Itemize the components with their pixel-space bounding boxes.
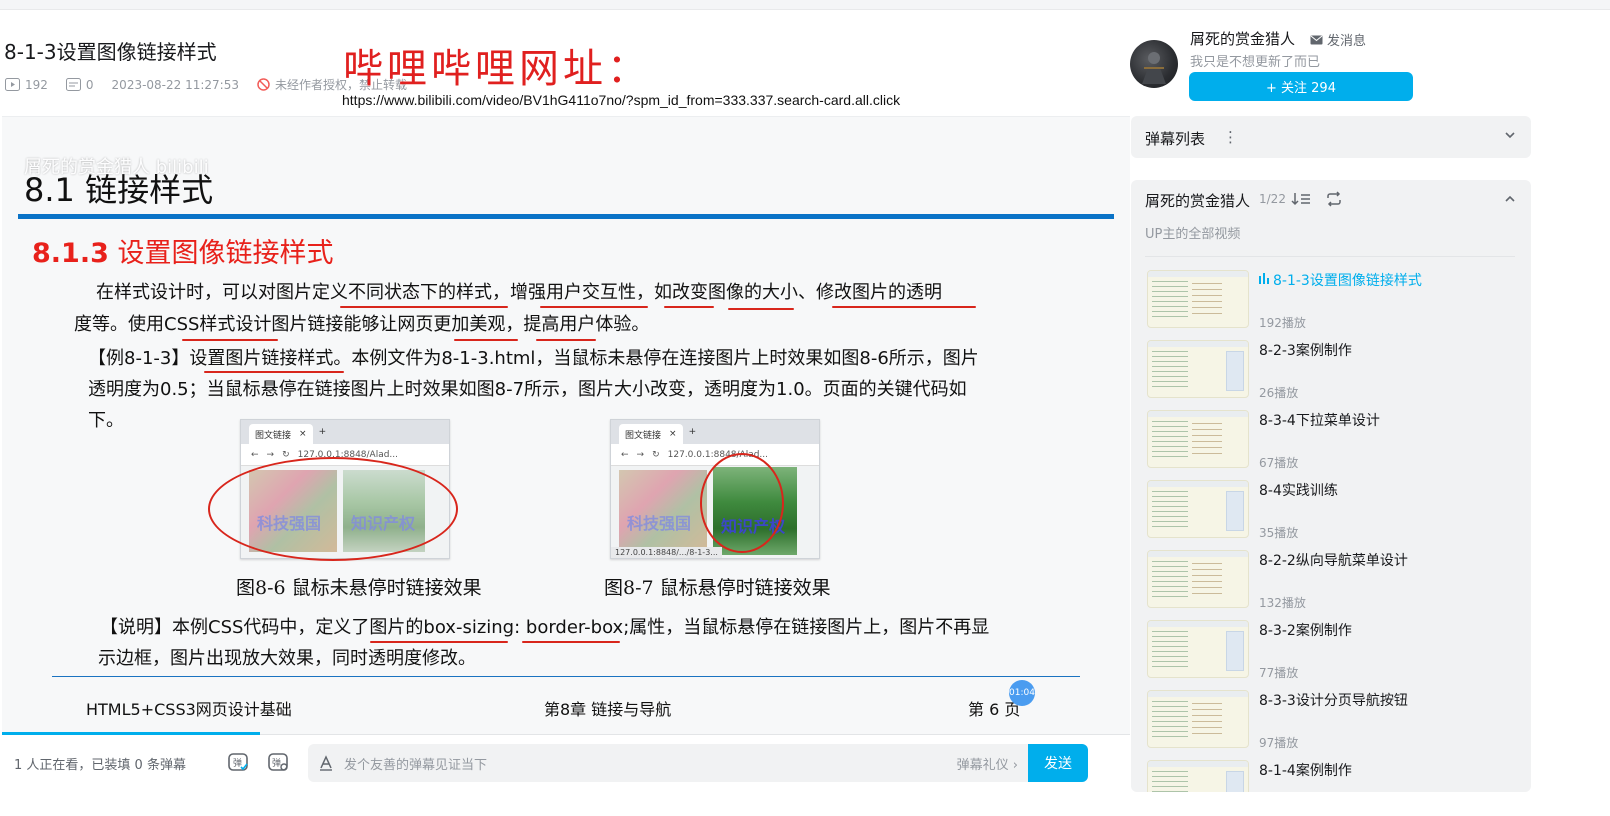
playback-progress[interactable] [2,732,260,735]
red-underline [522,641,620,643]
danmaku-list-title: 弹幕列表 [1145,130,1206,148]
playlist-item[interactable]: 8-4实践训练 35播放 [1147,480,1517,540]
red-underline [832,306,976,308]
danmaku-list-menu-icon[interactable]: ⋮ [1223,128,1238,146]
video-thumbnail [1147,620,1249,678]
slide-footer-chapter: 第8章 链接与导航 [544,700,672,719]
playlist-subtitle: UP主的全部视频 [1145,227,1241,242]
red-circle-annotation [208,457,458,561]
video-thumbnail [1147,550,1249,608]
playlist-item[interactable]: 8-2-2纵向导航菜单设计 132播放 [1147,550,1517,610]
video-thumbnail [1147,270,1249,328]
red-underline [536,339,596,341]
text-style-icon[interactable] [318,755,334,771]
red-underline [204,371,344,373]
playlist-divider [1145,256,1515,257]
send-message-link[interactable]: 发消息 [1310,30,1366,49]
danmaku-input[interactable]: 发个友善的弹幕见证当下 弹幕礼仪 › [308,744,1030,782]
slide-heading-rule [18,214,1114,219]
danmaku-list-panel[interactable]: 弹幕列表 ⋮ [1131,116,1531,158]
chevron-down-icon[interactable] [1503,128,1517,142]
video-thumbnail [1147,690,1249,748]
follow-button[interactable]: + 关注 294 [1189,72,1413,101]
danmaku-toggle-icon[interactable]: 弹 [226,750,250,774]
view-count: 192 [5,78,48,92]
avatar-figure-icon [1142,52,1166,84]
figure-8-7-caption: 图8-7 鼠标悬停时链接效果 [604,577,831,599]
slide-footer-rule [52,676,1080,677]
video-player[interactable]: 屑死的赏金猎人 bilibili 8.1 链接样式 8.1.3 设置图像链接样式… [2,116,1130,758]
red-circle-annotation [700,453,784,553]
handwritten-annotation: 哔哩哔哩网址： [343,46,651,92]
forbidden-icon [257,78,270,91]
video-thumbnail [1147,760,1249,792]
red-underline [540,306,648,308]
red-underline [728,308,794,310]
red-underline [454,339,518,341]
playlist-item[interactable]: 8-2-3案例制作 26播放 [1147,340,1517,400]
danmaku-etiquette-link[interactable]: 弹幕礼仪 › [957,754,1018,773]
slide-subheading: 8.1.3 设置图像链接样式 [32,238,334,269]
mail-icon [1310,35,1323,44]
play-count-icon [5,78,20,91]
slide-note-line-2: 示边框，图片出现放大效果，同时透明度修改。 [98,648,476,669]
comment-count: 0 [65,78,94,92]
playlist-item[interactable]: 8-1-4案例制作 [1147,760,1517,792]
chevron-up-icon[interactable] [1503,192,1517,206]
sort-order-icon[interactable] [1291,191,1311,207]
figure-8-6-caption: 图8-6 鼠标未悬停时链接效果 [236,577,482,599]
viewer-count: 1 人正在看，已装填 0 条弹幕 [14,758,186,773]
playlist-item[interactable]: 8-3-4下拉菜单设计 67播放 [1147,410,1517,470]
top-header-strip [0,0,1610,10]
uploader-avatar[interactable] [1130,40,1178,88]
uploader-signature: 我只是不想更新了而已 [1190,55,1321,70]
svg-text:弹: 弹 [233,757,242,769]
playlist-item[interactable]: 8-3-2案例制作 77播放 [1147,620,1517,680]
playlist-count: 1/22 [1259,192,1286,206]
slide-paragraph-1-line-1: 在样式设计时，可以对图片定义不同状态下的样式，增强用户交互性，如改变图像的大小、… [96,282,942,303]
red-underline [340,306,508,308]
video-thumbnail [1147,340,1249,398]
slide-heading: 8.1 链接样式 [24,171,214,209]
playlist-item[interactable]: 8-3-3设计分页导航按钮 97播放 [1147,690,1517,750]
slide-footer-course: HTML5+CSS3网页设计基础 [86,700,292,719]
video-url-overlay: https://www.bilibili.com/video/BV1hG411o… [342,92,901,108]
slide-paragraph-1-line-2: 度等。使用CSS样式设计图片链接能够让网页更加美观，提高用户体验。 [74,314,650,335]
timestamp-badge: 01:04 [1009,680,1035,706]
danmaku-placeholder: 发个友善的弹幕见证当下 [344,757,488,773]
send-danmaku-button[interactable]: 发送 [1028,744,1088,782]
red-underline [370,641,508,643]
svg-text:弹: 弹 [272,757,281,769]
publish-datetime: 2023-08-22 11:27:53 [111,77,239,92]
playlist-item[interactable]: 8-1-3设置图像链接样式 192播放 [1147,270,1517,330]
playlist-title[interactable]: 屑死的赏金猎人 [1145,190,1250,211]
uploader-name[interactable]: 屑死的赏金猎人 [1190,28,1295,49]
red-underline [182,339,278,341]
red-underline [664,306,714,308]
playlist-panel: 屑死的赏金猎人 1/22 UP主的全部视频 8-1-3设置图像链接样式 192播… [1131,180,1531,792]
video-title: 8-1-3设置图像链接样式 [4,40,217,64]
now-playing-icon [1259,273,1269,284]
fig2-tech-image: 科技强国 [619,470,707,552]
video-thumbnail [1147,480,1249,538]
video-thumbnail [1147,410,1249,468]
danmaku-settings-icon[interactable]: 弹 [266,750,290,774]
loop-play-icon[interactable] [1325,191,1343,207]
slide-note-line-1: 【说明】本例CSS代码中，定义了图片的box-sizing: border-bo… [100,617,990,638]
comment-icon [65,78,81,91]
slide-paragraph-2-line-3: 下。 [88,410,124,431]
slide-paragraph-2-line-2: 透明度为0.5；当鼠标悬停在链接图片上时效果如图8-7所示，图片大小改变，透明度… [88,379,967,400]
